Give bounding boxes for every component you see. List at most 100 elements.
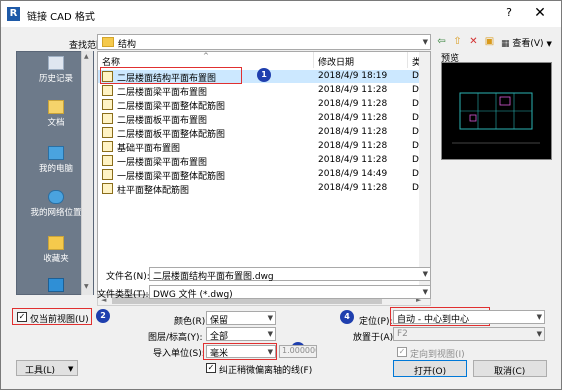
column-header-name[interactable]: 名称 ^: [98, 52, 314, 68]
column-date-label: 修改日期: [318, 58, 355, 68]
chevron-down-icon: ▼: [267, 347, 273, 356]
views-icon: ▦: [501, 39, 510, 49]
chevron-down-icon: ▼: [267, 314, 273, 322]
place-label: 收藏夹: [43, 254, 69, 264]
revit-app-icon: R: [7, 7, 20, 21]
callout-badge-4: 4: [340, 310, 354, 324]
preview-pane: [441, 62, 552, 160]
file-date: 2018/4/9 11:28: [318, 127, 388, 137]
file-date: 2018/4/9 11:28: [318, 183, 388, 193]
sort-up-icon: ^: [203, 52, 209, 60]
position-combo[interactable]: 自动 - 中心到中心 ▼: [393, 310, 545, 325]
views-label: 查看(V): [512, 39, 544, 49]
dwg-file-icon: [102, 183, 113, 194]
file-name-input[interactable]: 二层楼面结构平面布置图.dwg ▼: [149, 267, 431, 282]
place-at-combo[interactable]: F2 ▼: [393, 327, 545, 341]
file-row[interactable]: 二层楼面梁平面整体配筋图 2018/4/9 11:28 DWG: [98, 98, 430, 112]
file-date: 2018/4/9 14:49: [318, 169, 388, 179]
cancel-label: 取消(C): [494, 367, 526, 377]
help-button[interactable]: ?: [501, 6, 517, 22]
back-arrow-icon[interactable]: ⇦: [435, 35, 448, 48]
callout-badge-1: 1: [257, 68, 271, 82]
open-label: 打开(O): [414, 367, 447, 377]
units-scale-value: 1.000000: [282, 346, 317, 355]
dwg-file-icon: [102, 169, 113, 180]
color-label: 颜色(R):: [174, 317, 209, 327]
folder-icon: [102, 37, 114, 47]
units-label: 导入单位(S):: [153, 349, 205, 359]
favorites-icon: [48, 236, 64, 250]
file-type-value: DWG 文件 (*.dwg): [153, 290, 233, 300]
tools-button[interactable]: 工具(L) ▼: [16, 360, 78, 376]
chevron-down-icon: ▼: [536, 330, 542, 338]
color-value: 保留: [210, 316, 229, 326]
column-header-date[interactable]: 修改日期: [314, 52, 408, 68]
file-list-vscrollbar[interactable]: [419, 52, 430, 294]
file-date: 2018/4/9 11:28: [318, 141, 388, 151]
file-name: 一层楼面梁平面布置图: [117, 158, 208, 168]
file-row[interactable]: 二层楼面梁平面布置图 2018/4/9 11:28 DWG: [98, 84, 430, 98]
drawing-preview-thumbnail: [452, 92, 540, 144]
window-title: 链接 CAD 格式: [27, 12, 95, 23]
file-name: 二层楼面板平面整体配筋图: [117, 130, 226, 140]
file-row[interactable]: 柱平面整体配筋图 2018/4/9 11:28 DWG: [98, 182, 430, 196]
open-button[interactable]: 打开(O): [393, 360, 467, 377]
dwg-file-icon: [102, 141, 113, 152]
chevron-down-icon: ▼: [422, 270, 428, 278]
file-name: 柱平面整体配筋图: [117, 186, 190, 196]
dwg-file-icon: [102, 85, 113, 96]
file-name-label: 文件名(N):: [106, 272, 150, 282]
file-row[interactable]: 一层楼面梁平面整体配筋图 2018/4/9 14:49 DWG: [98, 168, 430, 182]
highlight-box-file: [100, 67, 242, 84]
scroll-down-icon: ▼: [84, 283, 89, 290]
file-row[interactable]: 一层楼面梁平面布置图 2018/4/9 11:28 DWG: [98, 154, 430, 168]
dwg-file-icon: [102, 127, 113, 138]
places-scrollbar[interactable]: ▲ ▼: [81, 51, 93, 295]
correct-lines-label: 纠正稍微偏离轴的线(F): [219, 366, 313, 376]
new-folder-icon[interactable]: ▣: [483, 35, 496, 48]
look-in-combo[interactable]: 结构 ▼: [97, 34, 431, 50]
orient-to-view-checkbox[interactable]: ✓: [397, 347, 407, 357]
current-view-label: 仅当前视图(U): [30, 315, 89, 325]
chevron-down-icon: ▼: [422, 288, 428, 296]
file-date: 2018/4/9 18:19: [318, 71, 388, 81]
place-at-value: F2: [397, 329, 408, 339]
close-button[interactable]: ✕: [531, 5, 549, 23]
units-combo[interactable]: 毫米 ▼: [206, 345, 276, 359]
file-name: 二层楼面梁平面布置图: [117, 88, 208, 98]
file-type-combo[interactable]: DWG 文件 (*.dwg) ▼: [149, 285, 431, 300]
chevron-down-icon: ▼: [267, 330, 273, 338]
color-combo[interactable]: 保留 ▼: [206, 311, 276, 326]
file-row[interactable]: 基础平面布置图 2018/4/9 11:28 DWG: [98, 140, 430, 154]
look-in-value: 结构: [118, 40, 137, 50]
place-label: 文档: [47, 118, 65, 128]
up-folder-icon[interactable]: ⇧: [451, 35, 464, 48]
documents-icon: [48, 100, 64, 114]
scroll-up-icon: ▲: [84, 53, 89, 60]
chevron-down-icon: ▼: [546, 40, 552, 48]
delete-icon[interactable]: ✕: [467, 35, 480, 48]
computer-icon: [48, 146, 64, 160]
network-icon: [48, 190, 64, 204]
place-label: 历史记录: [38, 74, 73, 84]
file-row[interactable]: 二层楼面板平面布置图 2018/4/9 11:28 DWG: [98, 112, 430, 126]
views-menu[interactable]: ▦ 查看(V) ▼: [501, 36, 552, 49]
correct-lines-checkbox[interactable]: ✓: [206, 363, 216, 373]
position-label: 定位(P):: [359, 317, 393, 327]
layers-combo[interactable]: 全部 ▼: [206, 327, 276, 342]
file-name: 一层楼面梁平面整体配筋图: [117, 172, 226, 182]
desktop-icon: [48, 278, 64, 292]
file-name: 基础平面布置图: [117, 144, 181, 154]
cancel-button[interactable]: 取消(C): [473, 360, 547, 377]
dwg-file-icon: [102, 113, 113, 124]
current-view-checkbox[interactable]: ✓: [17, 312, 27, 322]
file-list[interactable]: 名称 ^ 修改日期 类型 二层楼面结构平面布置图 2018/4/9 18:19 …: [97, 51, 431, 295]
units-scale-input[interactable]: 1.000000: [279, 345, 317, 358]
orient-to-view-label: 定向到视图(I): [410, 350, 465, 360]
file-row[interactable]: 二层楼面板平面整体配筋图 2018/4/9 11:28 DWG: [98, 126, 430, 140]
file-date: 2018/4/9 11:28: [318, 85, 388, 95]
file-type-label: 文件类型(T):: [97, 290, 149, 300]
link-cad-dialog: R 链接 CAD 格式 ? ✕ 查找范围(I): 结构 ▼ ⇦ ⇧ ✕ ▣ ▦ …: [0, 0, 562, 390]
layers-label: 图层/标高(Y):: [148, 333, 203, 343]
dwg-file-icon: [102, 99, 113, 110]
